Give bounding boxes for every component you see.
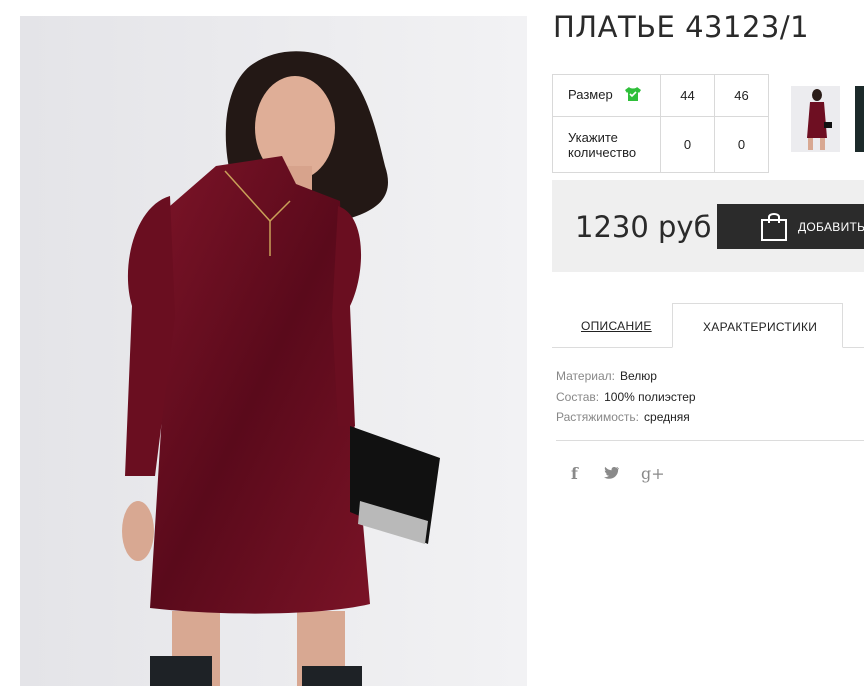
quantity-input-46[interactable]: 0	[714, 116, 769, 173]
product-thumbnail-2[interactable]	[855, 86, 864, 152]
add-to-cart-button[interactable]: ДОБАВИТЬ	[717, 204, 864, 249]
product-thumbnail-1[interactable]	[791, 86, 840, 152]
characteristic-value: средняя	[644, 410, 690, 424]
quantity-label-cell: Укажите количество	[552, 116, 661, 173]
size-label: Размер	[568, 86, 613, 102]
quantity-label-line2: количество	[568, 144, 637, 160]
tab-characteristics-label: ХАРАКТЕРИСТИКИ	[703, 320, 818, 334]
characteristic-row: Растяжимость: средняя	[556, 407, 696, 428]
quantity-input-44[interactable]: 0	[660, 116, 715, 173]
product-price: 1230 руб	[575, 210, 712, 244]
size-44: 44	[660, 74, 715, 117]
quantity-label-line1: Укажите	[568, 129, 618, 145]
size-quantity-table: Размер 44 46 Укажите количество 0 0	[552, 74, 769, 173]
characteristic-value: Велюр	[619, 369, 657, 383]
tshirt-icon[interactable]	[624, 86, 642, 105]
twitter-icon[interactable]	[604, 466, 620, 485]
characteristic-row: Состав: 100% полиэстер	[556, 387, 696, 408]
facebook-icon[interactable]: f	[571, 464, 578, 483]
tab-description-label: ОПИСАНИЕ	[581, 319, 652, 333]
tab-characteristics[interactable]: ХАРАКТЕРИСТИКИ	[672, 303, 843, 348]
add-to-cart-label: ДОБАВИТЬ	[798, 220, 864, 234]
size-46: 46	[714, 74, 769, 117]
characteristic-key: Растяжимость:	[556, 410, 640, 424]
quantity-row: Укажите количество 0 0	[552, 116, 769, 173]
characteristics-divider	[556, 440, 864, 441]
shopping-bag-icon	[760, 211, 788, 244]
google-plus-icon[interactable]: g+	[641, 464, 665, 483]
characteristic-key: Материал:	[556, 369, 615, 383]
tab-description[interactable]: ОПИСАНИЕ	[552, 304, 674, 347]
product-title: ПЛАТЬЕ 43123/1	[553, 10, 810, 44]
size-label-cell: Размер	[552, 74, 661, 117]
product-main-image[interactable]	[20, 16, 527, 686]
size-row: Размер 44 46	[552, 74, 769, 117]
characteristic-row: Материал: Велюр	[556, 366, 696, 387]
characteristic-key: Состав:	[556, 389, 600, 404]
characteristics-list: Материал: Велюр Состав: 100% полиэстер Рас…	[556, 366, 696, 428]
characteristic-value: 100% полиэстер	[604, 389, 696, 404]
